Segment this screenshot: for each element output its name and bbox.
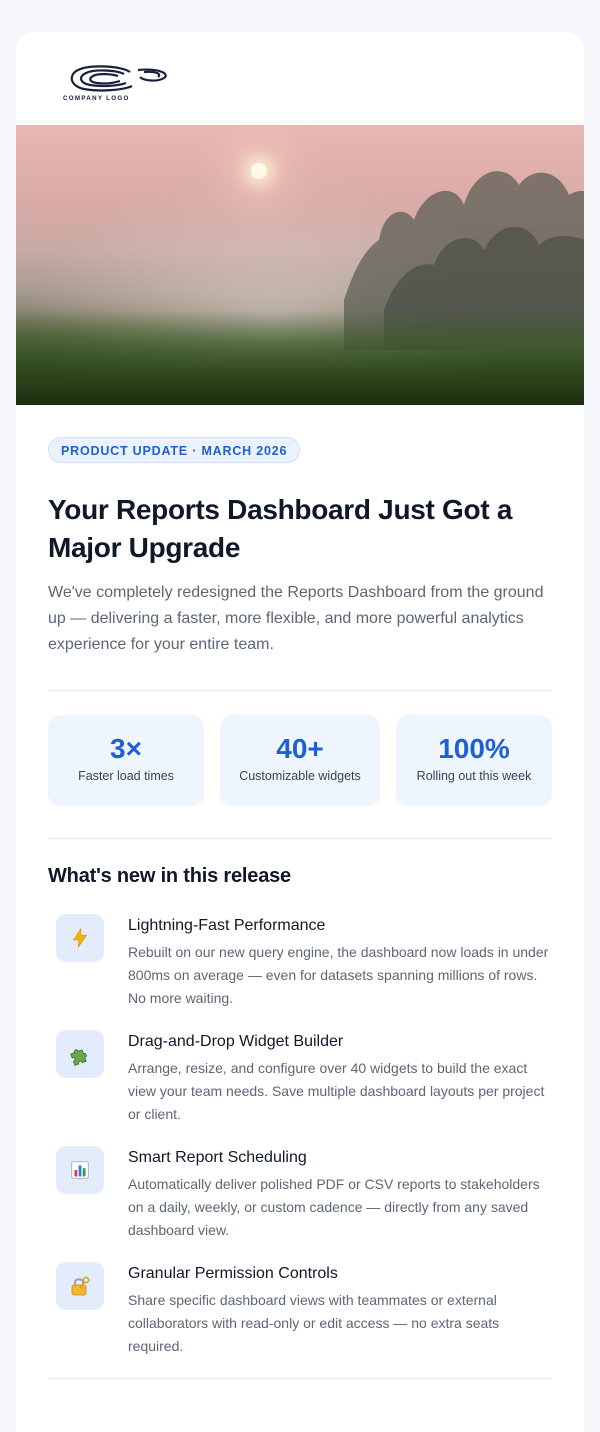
divider bbox=[48, 1378, 552, 1379]
lightning-icon bbox=[56, 914, 104, 962]
lock-key-icon bbox=[56, 1262, 104, 1310]
feature-desc: Rebuilt on our new query engine, the das… bbox=[128, 944, 549, 1006]
company-logo: COMPANY LOGO bbox=[63, 65, 167, 102]
stat-value: 40+ bbox=[276, 733, 324, 764]
feature-desc: Share specific dashboard views with team… bbox=[128, 1292, 500, 1354]
intro-text: We've completely redesigned the Reports … bbox=[48, 584, 544, 653]
feature-title: Lightning-Fast Performance bbox=[128, 917, 326, 934]
stats-row: 3× Faster load times 40+ Customizable wi… bbox=[48, 715, 552, 806]
bar-chart-icon bbox=[56, 1146, 104, 1194]
header: COMPANY LOGO bbox=[16, 32, 584, 125]
divider bbox=[48, 838, 552, 839]
feature-item: Drag-and-Drop Widget Builder Arrange, re… bbox=[48, 1030, 552, 1126]
meadow bbox=[16, 310, 584, 405]
stat-card: 3× Faster load times bbox=[48, 715, 204, 806]
section-title: What's new in this release bbox=[48, 865, 291, 887]
headline: Your Reports Dashboard Just Got a Major … bbox=[48, 494, 513, 563]
feature-list: Lightning-Fast Performance Rebuilt on ou… bbox=[48, 914, 552, 1358]
email-card: COMPANY LOGO PRODUCT UPDATE · MARCH 2026… bbox=[16, 32, 584, 1432]
sun bbox=[251, 163, 267, 179]
feature-item: Lightning-Fast Performance Rebuilt on ou… bbox=[48, 914, 552, 1010]
product-update-badge: PRODUCT UPDATE · MARCH 2026 bbox=[48, 437, 301, 463]
feature-item: Granular Permission Controls Share speci… bbox=[48, 1262, 552, 1358]
divider bbox=[48, 690, 552, 691]
puzzle-icon bbox=[56, 1030, 104, 1078]
feature-title: Smart Report Scheduling bbox=[128, 1149, 307, 1166]
stat-card: 40+ Customizable widgets bbox=[220, 715, 380, 806]
feature-desc: Automatically deliver polished PDF or CS… bbox=[128, 1176, 540, 1238]
feature-title: Granular Permission Controls bbox=[128, 1265, 338, 1282]
hero-image bbox=[16, 125, 584, 405]
feature-desc: Arrange, resize, and configure over 40 w… bbox=[128, 1060, 545, 1122]
main-content: PRODUCT UPDATE · MARCH 2026 Your Reports… bbox=[16, 405, 584, 1379]
stat-label: Customizable widgets bbox=[239, 769, 361, 783]
stat-label: Rolling out this week bbox=[416, 769, 532, 783]
stat-value: 100% bbox=[438, 733, 510, 764]
feature-title: Drag-and-Drop Widget Builder bbox=[128, 1033, 344, 1050]
feature-item: Smart Report Scheduling Automatically de… bbox=[48, 1146, 552, 1242]
logo-text: COMPANY LOGO bbox=[63, 95, 130, 102]
stat-value: 3× bbox=[110, 733, 142, 764]
stat-card: 100% Rolling out this week bbox=[396, 715, 552, 806]
stat-label: Faster load times bbox=[78, 769, 174, 783]
